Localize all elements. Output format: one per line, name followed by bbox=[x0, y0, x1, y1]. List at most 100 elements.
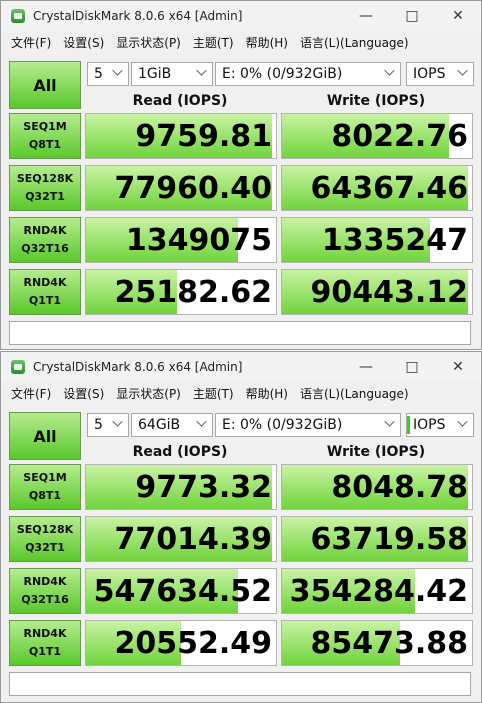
benchmark-panel: All 5 64GiB E: 0% (0/932GiB) IOPS Read (… bbox=[7, 406, 475, 700]
unit-select[interactable]: IOPS bbox=[406, 413, 474, 437]
read-result-cell: 9759.81 bbox=[85, 113, 277, 159]
chevron-down-icon bbox=[384, 65, 395, 76]
close-icon[interactable]: ✕ bbox=[435, 1, 481, 31]
chevron-down-icon bbox=[457, 416, 468, 427]
all-button[interactable]: All bbox=[9, 61, 81, 109]
menu-language[interactable]: 语言(L)(Language) bbox=[294, 34, 415, 51]
write-value: 8048.78 bbox=[331, 469, 468, 505]
unit-value: IOPS bbox=[413, 66, 446, 82]
chevron-down-icon bbox=[112, 65, 123, 76]
menu-theme[interactable]: 主题(T) bbox=[187, 385, 240, 402]
write-value: 1335247 bbox=[321, 222, 468, 258]
minimize-icon[interactable]: — bbox=[343, 1, 389, 31]
menu-profile[interactable]: 显示状态(P) bbox=[110, 34, 187, 51]
all-button[interactable]: All bbox=[9, 412, 81, 460]
drive-value: E: 0% (0/932GiB) bbox=[222, 66, 343, 82]
row-label-line1: SEQ1M bbox=[23, 120, 67, 133]
test-count-select[interactable]: 5 bbox=[87, 62, 129, 86]
test-size-select[interactable]: 1GiB bbox=[131, 62, 213, 86]
row-label-line2: Q32T16 bbox=[21, 242, 69, 255]
test-seq1m-button[interactable]: SEQ1M Q8T1 bbox=[9, 113, 81, 159]
menu-settings[interactable]: 设置(S) bbox=[57, 385, 110, 402]
title-bar: CrystalDiskMark 8.0.6 x64 [Admin] — □ ✕ bbox=[1, 1, 481, 31]
test-count-value: 5 bbox=[94, 66, 103, 82]
row-label-line1: SEQ1M bbox=[23, 471, 67, 484]
row-label-line1: RND4K bbox=[23, 575, 67, 588]
test-count-select[interactable]: 5 bbox=[87, 413, 129, 437]
window-title: CrystalDiskMark 8.0.6 x64 [Admin] bbox=[33, 9, 243, 23]
chevron-down-icon bbox=[457, 65, 468, 76]
row-label-line2: Q32T1 bbox=[25, 541, 65, 554]
menu-settings[interactable]: 设置(S) bbox=[57, 34, 110, 51]
unit-select[interactable]: IOPS bbox=[406, 62, 474, 86]
read-result-cell: 77960.40 bbox=[85, 165, 277, 211]
row-label-line1: RND4K bbox=[23, 627, 67, 640]
read-result-cell: 547634.52 bbox=[85, 568, 277, 614]
write-result-cell: 8022.76 bbox=[281, 113, 473, 159]
write-value: 354284.42 bbox=[289, 573, 468, 609]
menu-profile[interactable]: 显示状态(P) bbox=[110, 385, 187, 402]
read-result-cell: 1349075 bbox=[85, 217, 277, 263]
write-value: 64367.46 bbox=[310, 170, 468, 206]
read-header: Read (IOPS) bbox=[132, 444, 228, 460]
test-seq128k-button[interactable]: SEQ128K Q32T1 bbox=[9, 165, 81, 211]
benchmark-panel: All 5 1GiB E: 0% (0/932GiB) IOPS Read (I… bbox=[7, 55, 475, 347]
comment-field[interactable] bbox=[9, 672, 471, 696]
menu-language[interactable]: 语言(L)(Language) bbox=[294, 385, 415, 402]
row-label-line1: SEQ128K bbox=[16, 172, 74, 185]
read-value: 547634.52 bbox=[93, 573, 272, 609]
read-value: 9759.81 bbox=[135, 118, 272, 154]
menu-bar: 文件(F) 设置(S) 显示状态(P) 主题(T) 帮助(H) 语言(L)(La… bbox=[1, 31, 481, 53]
chevron-down-icon bbox=[196, 65, 207, 76]
write-result-cell: 1335247 bbox=[281, 217, 473, 263]
read-header: Read (IOPS) bbox=[132, 93, 228, 109]
test-size-value: 1GiB bbox=[138, 66, 172, 82]
menu-file[interactable]: 文件(F) bbox=[5, 385, 57, 402]
test-rnd4k-q1t1-button[interactable]: RND4K Q1T1 bbox=[9, 620, 81, 666]
menu-help[interactable]: 帮助(H) bbox=[240, 34, 294, 51]
write-header: Write (IOPS) bbox=[326, 93, 426, 109]
maximize-icon[interactable]: □ bbox=[389, 1, 435, 31]
window-2: CrystalDiskMark 8.0.6 x64 [Admin] — □ ✕ … bbox=[0, 351, 482, 703]
test-rnd4k-q32t16-button[interactable]: RND4K Q32T16 bbox=[9, 568, 81, 614]
unit-value: IOPS bbox=[413, 417, 446, 433]
comment-field[interactable] bbox=[9, 321, 471, 345]
write-result-cell: 8048.78 bbox=[281, 464, 473, 510]
focus-indicator bbox=[407, 416, 410, 434]
menu-theme[interactable]: 主题(T) bbox=[187, 34, 240, 51]
read-result-cell: 9773.32 bbox=[85, 464, 277, 510]
test-size-select[interactable]: 64GiB bbox=[131, 413, 213, 437]
row-label-line2: Q32T16 bbox=[21, 593, 69, 606]
crystaldiskmark-app-icon bbox=[11, 9, 25, 23]
drive-select[interactable]: E: 0% (0/932GiB) bbox=[215, 62, 401, 86]
write-value: 85473.88 bbox=[310, 625, 468, 661]
test-seq128k-button[interactable]: SEQ128K Q32T1 bbox=[9, 516, 81, 562]
row-label-line1: RND4K bbox=[23, 224, 67, 237]
crystaldiskmark-app-icon bbox=[11, 360, 25, 374]
read-value: 25182.62 bbox=[114, 274, 272, 310]
write-value: 8022.76 bbox=[331, 118, 468, 154]
drive-select[interactable]: E: 0% (0/932GiB) bbox=[215, 413, 401, 437]
row-label-line2: Q8T1 bbox=[28, 138, 62, 151]
test-rnd4k-q1t1-button[interactable]: RND4K Q1T1 bbox=[9, 269, 81, 315]
drive-value: E: 0% (0/932GiB) bbox=[222, 417, 343, 433]
menu-bar: 文件(F) 设置(S) 显示状态(P) 主题(T) 帮助(H) 语言(L)(La… bbox=[1, 382, 481, 404]
read-result-cell: 20552.49 bbox=[85, 620, 277, 666]
read-value: 77960.40 bbox=[114, 170, 272, 206]
minimize-icon[interactable]: — bbox=[343, 352, 389, 382]
write-value: 63719.58 bbox=[310, 521, 468, 557]
test-rnd4k-q32t16-button[interactable]: RND4K Q32T16 bbox=[9, 217, 81, 263]
write-result-cell: 64367.46 bbox=[281, 165, 473, 211]
maximize-icon[interactable]: □ bbox=[389, 352, 435, 382]
chevron-down-icon bbox=[112, 416, 123, 427]
read-value: 1349075 bbox=[125, 222, 272, 258]
read-value: 77014.39 bbox=[114, 521, 272, 557]
menu-help[interactable]: 帮助(H) bbox=[240, 385, 294, 402]
close-icon[interactable]: ✕ bbox=[435, 352, 481, 382]
chevron-down-icon bbox=[196, 416, 207, 427]
window-1: CrystalDiskMark 8.0.6 x64 [Admin] — □ ✕ … bbox=[0, 0, 482, 350]
menu-file[interactable]: 文件(F) bbox=[5, 34, 57, 51]
chevron-down-icon bbox=[384, 416, 395, 427]
test-seq1m-button[interactable]: SEQ1M Q8T1 bbox=[9, 464, 81, 510]
row-label-line2: Q1T1 bbox=[28, 645, 62, 658]
